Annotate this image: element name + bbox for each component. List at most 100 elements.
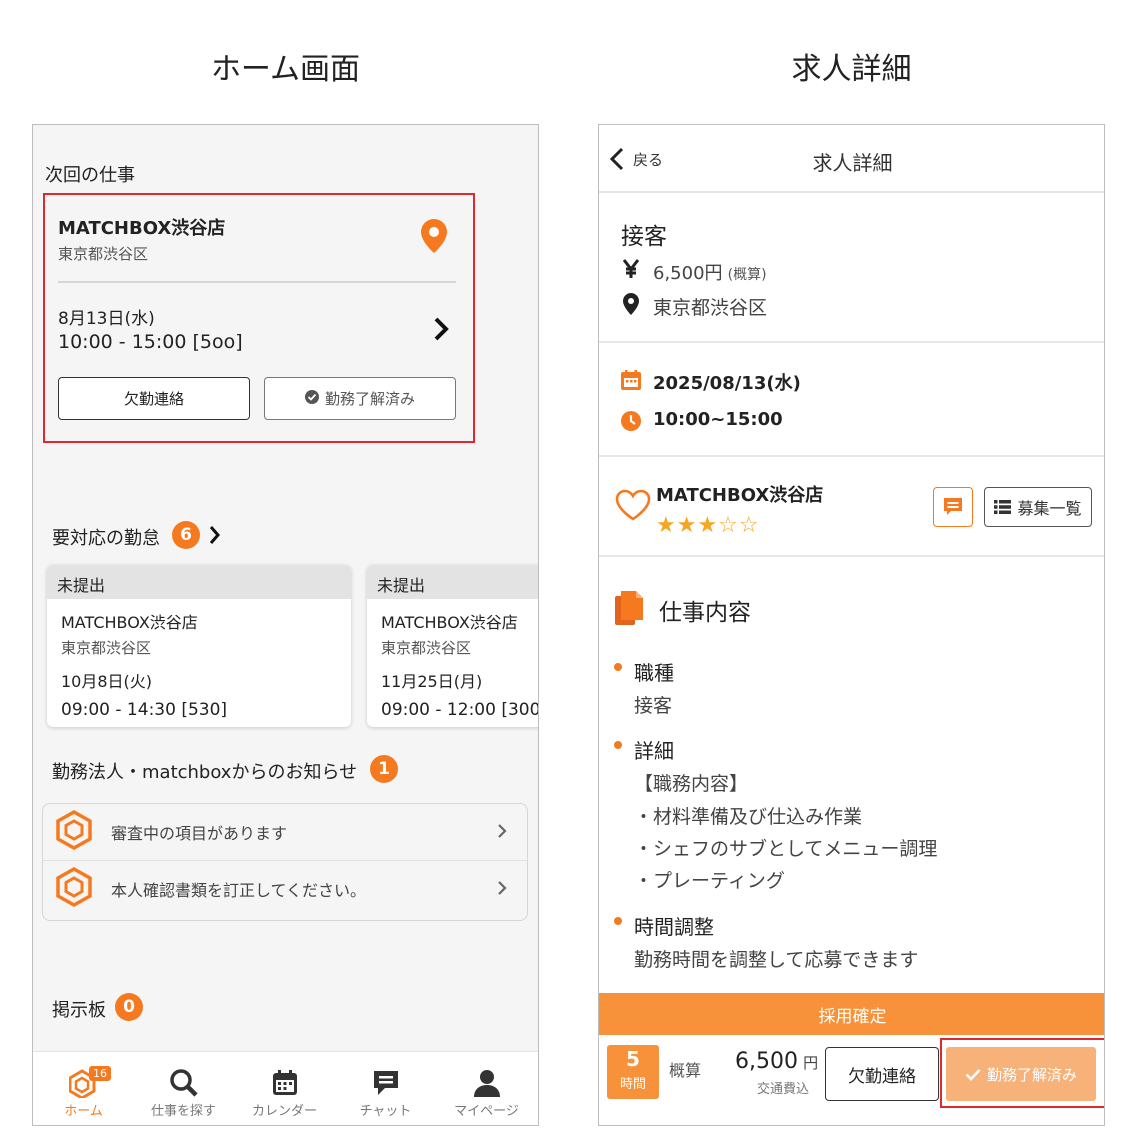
notices-count-badge: 1	[370, 755, 398, 783]
attendance-card[interactable]: 未提出 MATCHBOX渋谷店 東京都渋谷区 10月8日(火) 09:00 - …	[47, 565, 351, 727]
home-caption: ホーム画面	[210, 52, 361, 87]
detail-caption: 求人詳細	[791, 52, 912, 87]
job-title: 接客	[621, 224, 667, 250]
matchbox-logo-icon	[55, 866, 93, 911]
home-screen: 次回の仕事 MATCHBOX渋谷店 東京都渋谷区 8月13日(水) 10:00 …	[32, 124, 539, 1126]
notice-item[interactable]: 審査中の項目があります	[43, 804, 527, 860]
estimate-label: 概算	[669, 1061, 702, 1080]
item-text: 【職務内容】	[634, 773, 749, 795]
tab-label: マイページ	[454, 1104, 519, 1119]
tab-mypage[interactable]: マイページ	[436, 1052, 537, 1125]
map-pin-icon	[623, 293, 639, 319]
item-text: ・材料準備及び仕込み作業	[634, 806, 863, 828]
section-divider	[599, 455, 1104, 457]
next-job-date: 8月13日(水)	[58, 309, 155, 329]
pay-value: 6,500円	[653, 263, 723, 284]
confirmed-label: 勤務了解済み	[324, 390, 415, 408]
calendar-icon	[621, 370, 641, 394]
next-job-address: 東京都渋谷区	[58, 245, 149, 263]
bullet	[614, 663, 622, 671]
chat-icon	[374, 1071, 398, 1095]
item-text: ・シェフのサブとしてメニュー調理	[634, 838, 938, 860]
attendance-status: 未提出	[367, 565, 538, 599]
notices-title: 勤務法人・matchboxからのお知らせ	[52, 762, 358, 783]
confirmed-button[interactable]: 勤務了解済み	[264, 377, 456, 420]
hours-box: 5 時間	[607, 1045, 659, 1099]
tab-calendar[interactable]: カレンダー	[234, 1052, 335, 1125]
location-text: 東京都渋谷区	[653, 297, 768, 319]
attendance-status: 未提出	[47, 565, 351, 599]
next-job-title: 次回の仕事	[45, 165, 135, 186]
attendance-shop: MATCHBOX渋谷店	[61, 613, 198, 632]
item-text: 勤務時間を調整して応募できます	[634, 949, 919, 971]
attendance-chevron-icon[interactable]	[209, 525, 221, 549]
absence-button[interactable]: 欠勤連絡	[825, 1047, 939, 1101]
section-divider	[599, 555, 1104, 557]
transport-note: 交通費込	[757, 1082, 810, 1097]
calendar-icon	[273, 1070, 297, 1095]
rating-stars: ★★★☆☆	[656, 513, 760, 538]
attendance-count-badge: 6	[172, 521, 200, 549]
notice-item[interactable]: 本人確認書類を訂正してください。	[43, 861, 527, 917]
tab-label: カレンダー	[251, 1104, 317, 1119]
chat-button[interactable]	[933, 487, 973, 527]
matchbox-logo-icon	[55, 809, 93, 854]
amount-row: 6,500 円	[735, 1049, 818, 1074]
clock-icon	[621, 411, 641, 435]
attendance-shop: MATCHBOX渋谷店	[381, 613, 518, 632]
bottom-action-bar: 5 時間 概算 6,500 円 交通費込 欠勤連絡 勤務了解済み	[599, 1035, 1104, 1125]
check-circle-icon	[304, 389, 319, 408]
notice-text: 本人確認書類を訂正してください。	[111, 881, 367, 900]
job-date: 2025/08/13(水)	[653, 373, 801, 394]
item-title: 詳細	[634, 739, 674, 763]
attendance-title: 要対応の勤怠	[52, 528, 160, 549]
job-list-label: 募集一覧	[1017, 499, 1082, 518]
shop-name: MATCHBOX渋谷店	[656, 485, 824, 506]
card-divider	[58, 281, 456, 283]
attendance-card[interactable]: 未提出 MATCHBOX渋谷店 東京都渋谷区 11月25日(月) 09:00 -…	[367, 565, 539, 727]
tab-home[interactable]: 16 ホーム	[33, 1052, 134, 1125]
attendance-date: 11月25日(月)	[381, 672, 483, 691]
list-icon	[994, 500, 1012, 514]
heart-icon[interactable]	[615, 489, 651, 525]
pay-row: 6,500円 (概算)	[653, 259, 767, 285]
bullet	[614, 741, 622, 749]
job-detail-screen: 戻る 求人詳細 接客 6,500円 (概算) 東京都渋谷区 2025/08/13…	[598, 124, 1105, 1126]
job-time: 10:00~15:00	[653, 409, 783, 430]
attendance-address: 東京都渋谷区	[61, 639, 152, 657]
tab-label: 仕事を探す	[150, 1104, 216, 1119]
yen-icon	[622, 259, 640, 283]
chevron-right-icon[interactable]	[433, 316, 451, 346]
job-list-button[interactable]: 募集一覧	[984, 487, 1092, 527]
chevron-right-icon	[497, 877, 507, 901]
user-icon	[474, 1070, 500, 1097]
attendance-time: 09:00 - 14:30 [530]	[61, 700, 228, 720]
highlight-outline	[940, 1038, 1104, 1108]
notice-list: 審査中の項目があります 本人確認書類を訂正してください。	[42, 803, 528, 921]
notice-text: 審査中の項目があります	[111, 824, 288, 843]
search-icon	[170, 1069, 198, 1097]
board-count-badge: 0	[115, 993, 143, 1021]
tab-search[interactable]: 仕事を探す	[133, 1052, 234, 1125]
item-text: ・プレーティング	[634, 870, 785, 892]
next-job-time: 10:00 - 15:00 [5oo]	[58, 331, 243, 353]
map-pin-icon[interactable]	[421, 219, 447, 257]
item-title: 職種	[634, 661, 674, 685]
hours-value: 5	[626, 1047, 640, 1071]
hire-status-bar: 採用確定	[599, 993, 1104, 1035]
document-icon	[615, 591, 643, 629]
next-job-shop: MATCHBOX渋谷店	[58, 218, 226, 239]
section-divider	[599, 341, 1104, 343]
chevron-right-icon	[497, 820, 507, 844]
absence-button[interactable]: 欠勤連絡	[58, 377, 250, 420]
page-title: 求人詳細	[812, 151, 893, 175]
attendance-address: 東京都渋谷区	[381, 639, 472, 657]
next-job-card[interactable]: MATCHBOX渋谷店 東京都渋谷区 8月13日(水) 10:00 - 15:0…	[43, 193, 475, 443]
attendance-time: 09:00 - 12:00 [300	[381, 700, 539, 720]
bullet	[614, 917, 622, 925]
job-content-title: 仕事内容	[659, 600, 751, 626]
chat-icon	[944, 498, 962, 515]
tab-label: ホーム	[64, 1104, 103, 1119]
board-title: 掲示板	[52, 1000, 106, 1021]
tab-chat[interactable]: チャット	[335, 1052, 436, 1125]
